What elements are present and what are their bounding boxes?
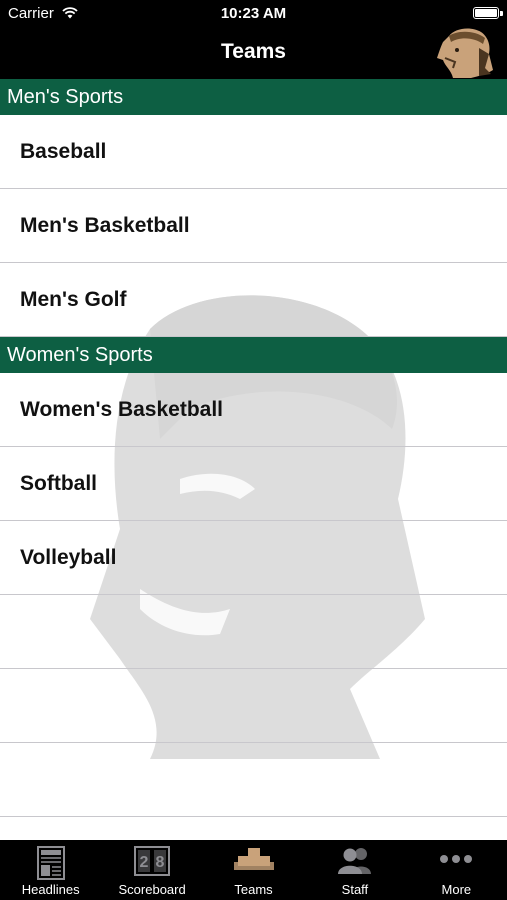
section-header: Women's Sports [0,337,507,373]
scoreboard-icon: 28 [134,846,171,881]
empty-row [0,669,507,743]
team-row[interactable]: Baseball [0,115,507,189]
team-row[interactable]: Volleyball [0,521,507,595]
svg-text:8: 8 [156,854,165,871]
tab-headlines[interactable]: Headlines [0,840,101,900]
tab-label: Staff [341,882,369,897]
team-row[interactable]: Men's Basketball [0,189,507,263]
staff-icon [336,846,374,879]
battery-icon [473,7,503,19]
teams-table: Men's Sports Baseball Men's Basketball Men'… [0,79,507,840]
empty-row [0,595,507,669]
clock: 10:23 AM [220,5,287,22]
tab-label: Teams [234,882,273,897]
team-row[interactable]: Women's Basketball [0,373,507,447]
team-row[interactable]: Softball [0,447,507,521]
tab-staff[interactable]: Staff [304,840,405,900]
more-icon [438,846,474,877]
tab-more[interactable]: More [406,840,507,900]
tab-label: More [441,882,472,897]
tab-bar: Headlines 2 8 Scoreboard Teams Staff More [0,840,507,900]
newspaper-icon [36,846,65,885]
tab-scoreboard[interactable]: 2 8 Scoreboard [101,840,202,900]
svg-text:2: 2 [140,854,149,871]
tab-label: Headlines [21,882,80,897]
empty-row [0,743,507,817]
warrior-head-logo [431,24,495,80]
navigation-bar: Teams [0,28,507,79]
teams-icon [233,846,274,877]
team-row[interactable]: Men's Golf [0,263,507,337]
section-header: Men's Sports [0,79,507,115]
tab-label: Scoreboard [118,882,186,897]
tab-teams[interactable]: Teams [203,840,304,900]
